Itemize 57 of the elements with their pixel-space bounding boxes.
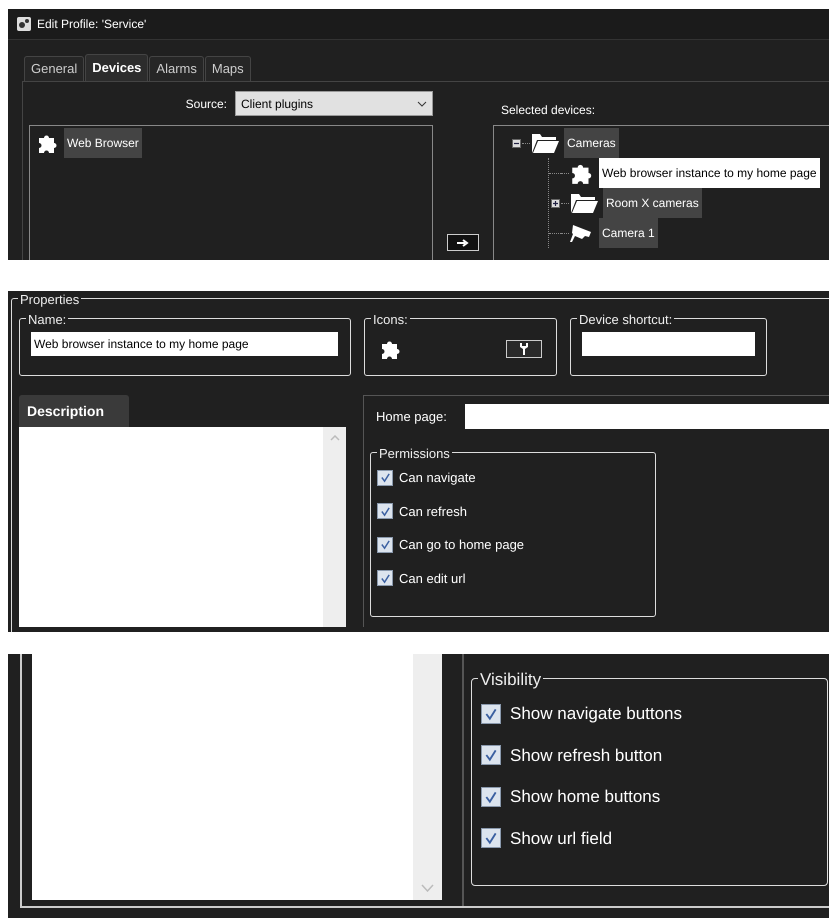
name-field[interactable]: Web browser instance to my home page: [31, 332, 338, 356]
chevron-down-icon: [417, 100, 427, 106]
tab[interactable]: Maps: [204, 56, 251, 81]
arrow-right-icon: [457, 238, 469, 246]
description-field[interactable]: [32, 654, 442, 900]
shortcut-field[interactable]: [582, 332, 755, 356]
tree-item[interactable]: Cameras: [564, 128, 619, 158]
checkbox-label: Show refresh button: [510, 744, 662, 766]
checkbox-label: Can edit url: [399, 570, 466, 588]
check-icon: [380, 539, 390, 550]
scrollbar[interactable]: [323, 427, 346, 627]
tree-item[interactable]: Web browser instance to my home page: [599, 158, 820, 188]
checkbox[interactable]: [481, 786, 501, 807]
checkbox-label: Can navigate: [399, 469, 476, 487]
source-label: Source:: [186, 96, 227, 112]
chevron-down-icon: [421, 884, 434, 892]
scrollbar[interactable]: [413, 654, 442, 900]
description-tab[interactable]: Description: [19, 395, 129, 427]
list-item[interactable]: Web Browser: [64, 128, 142, 158]
tree-item[interactable]: Room X cameras: [603, 188, 702, 218]
selected-devices-label: Selected devices:: [501, 102, 596, 119]
checkbox[interactable]: [481, 745, 501, 766]
checkbox[interactable]: [377, 570, 393, 586]
collapse-icon[interactable]: [512, 138, 520, 148]
tab[interactable]: Alarms: [149, 56, 204, 81]
checkbox[interactable]: [377, 503, 393, 520]
check-icon: [380, 572, 390, 584]
check-icon: [484, 748, 498, 762]
checkbox-label: Can go to home page: [399, 536, 524, 554]
expand-icon[interactable]: [550, 198, 560, 208]
checkbox[interactable]: [377, 536, 393, 553]
tab[interactable]: Devices: [85, 54, 148, 81]
home-page-label: Home page:: [376, 408, 447, 426]
check-icon: [380, 506, 390, 517]
tab[interactable]: General: [24, 56, 84, 81]
checkbox-label: Can refresh: [399, 502, 467, 520]
checkbox-label: Show navigate buttons: [510, 703, 682, 725]
source-dropdown[interactable]: Client plugins: [235, 91, 433, 116]
folder-icon: [530, 132, 560, 154]
check-icon: [484, 790, 498, 804]
checkbox-label: Show url field: [510, 828, 612, 850]
checkbox[interactable]: [481, 704, 501, 724]
checkbox[interactable]: [377, 470, 393, 486]
check-icon: [484, 831, 498, 846]
checkbox[interactable]: [481, 828, 501, 848]
check-icon: [484, 706, 498, 721]
checkbox-label: Show home buttons: [510, 786, 660, 808]
wrench-icon: [519, 343, 529, 355]
description-field[interactable]: [19, 427, 346, 627]
chevron-up-icon: [330, 435, 340, 441]
home-page-field[interactable]: [464, 404, 829, 429]
check-icon: [380, 472, 390, 484]
window-title: Edit Profile: 'Service': [37, 16, 146, 33]
wrench-button[interactable]: [506, 340, 542, 358]
tree-item[interactable]: Camera 1: [599, 218, 658, 248]
folder-icon: [569, 192, 599, 214]
add-button[interactable]: [447, 234, 479, 251]
